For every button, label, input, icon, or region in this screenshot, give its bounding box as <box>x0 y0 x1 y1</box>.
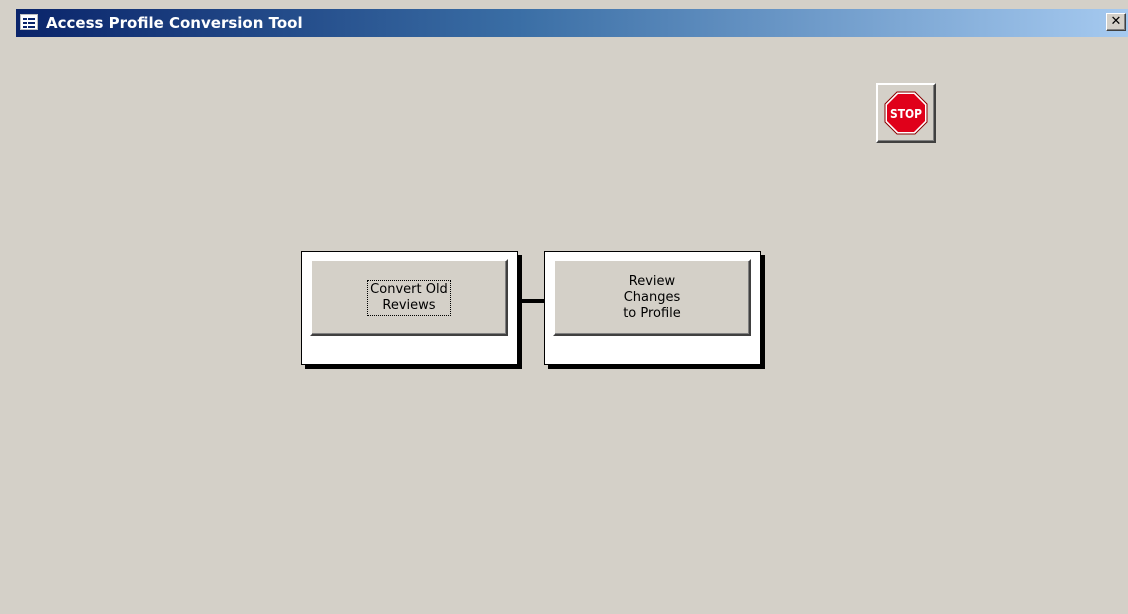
window-title: Access Profile Conversion Tool <box>46 14 303 32</box>
application-window: Access Profile Conversion Tool ✕ STOP Co… <box>0 0 1128 614</box>
close-button[interactable]: ✕ <box>1106 13 1126 31</box>
review-changes-button[interactable]: Review Changes to Profile <box>553 259 751 336</box>
form-icon <box>20 14 38 30</box>
title-bar[interactable]: Access Profile Conversion Tool ✕ <box>16 9 1128 37</box>
stop-button[interactable]: STOP <box>876 83 936 143</box>
close-icon: ✕ <box>1110 14 1122 29</box>
convert-button-label: Convert Old Reviews <box>367 279 451 316</box>
panel-connector <box>517 299 544 303</box>
convert-old-reviews-button[interactable]: Convert Old Reviews <box>310 259 508 336</box>
stop-sign-icon: STOP <box>884 91 928 135</box>
stop-sign-text: STOP <box>890 107 922 121</box>
convert-panel: Convert Old Reviews <box>301 251 518 365</box>
review-button-label: Review Changes to Profile <box>623 273 681 321</box>
review-panel: Review Changes to Profile <box>544 251 761 365</box>
